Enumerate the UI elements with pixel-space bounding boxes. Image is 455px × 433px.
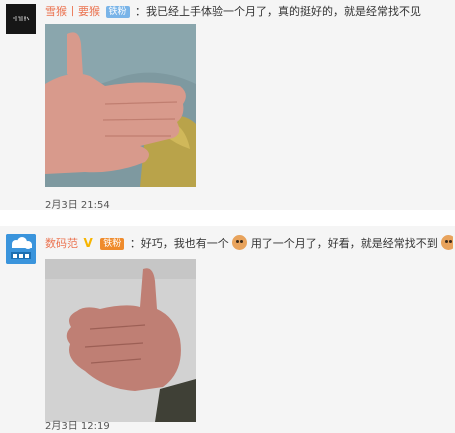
- verified-icon: V: [83, 236, 93, 250]
- avatar-logo-icon: [6, 4, 36, 34]
- comment-timestamp: 2月3日 21:54: [45, 200, 110, 211]
- comment-text: ：我已经上手体验一个月了，真的挺好的，就是经常找不见: [135, 5, 422, 18]
- comment-line: 数码范 V 铁粉 ：好巧，我也有一个 用了一个月了，好看，就是经常找不到: [45, 235, 453, 251]
- cat-face-emoji-icon: [441, 235, 453, 250]
- avatar[interactable]: [6, 4, 36, 34]
- username-link[interactable]: 雪猴丨要猴: [45, 5, 100, 18]
- comment-timestamp: 2月3日 12:19: [45, 421, 110, 432]
- hand-thumbs-up-photo-image: [45, 259, 196, 422]
- comment-text: ：好巧，我也有一个: [129, 237, 229, 250]
- cat-face-emoji-icon: [232, 235, 248, 250]
- fan-badge[interactable]: 铁粉: [105, 6, 130, 18]
- comment-photo[interactable]: [45, 24, 196, 187]
- hand-photo-image: [45, 24, 196, 187]
- comment-line: 雪猴丨要猴 铁粉 ：我已经上手体验一个月了，真的挺好的，就是经常找不见: [45, 4, 453, 20]
- fan-badge[interactable]: 铁粉: [100, 238, 125, 250]
- comment-text: 用了一个月了，好看，就是经常找不到: [250, 237, 438, 250]
- avatar-cloud-icon: [6, 234, 36, 264]
- avatar[interactable]: [6, 234, 36, 264]
- separator: [0, 210, 455, 226]
- comment-card: 雪猴丨要猴 铁粉 ：我已经上手体验一个月了，真的挺好的，就是经常找不见 2月3日…: [0, 0, 455, 211]
- username-link[interactable]: 数码范: [45, 237, 78, 250]
- comment-card: 数码范 V 铁粉 ：好巧，我也有一个 用了一个月了，好看，就是经常找不到 2月3…: [0, 226, 455, 433]
- comment-photo[interactable]: [45, 259, 196, 422]
